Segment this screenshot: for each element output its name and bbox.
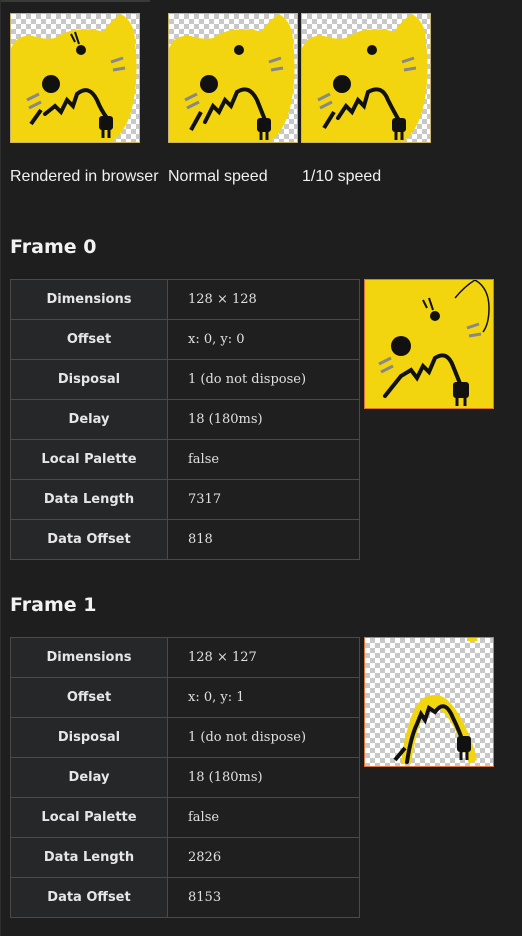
table-row: Offset x: 0, y: 0 <box>10 319 360 360</box>
table-row: Dimensions 128 × 128 <box>10 279 360 320</box>
row-label: Local Palette <box>10 439 168 480</box>
row-value: 8153 <box>167 877 360 918</box>
frame-0-image <box>364 279 494 409</box>
cat-eating-cable-icon <box>169 14 295 142</box>
row-value: false <box>167 797 360 838</box>
row-value: 2826 <box>167 837 360 878</box>
table-row: Data Offset 8153 <box>10 877 360 918</box>
cat-eating-cable-icon <box>393 638 477 764</box>
row-label: Offset <box>10 677 168 718</box>
left-divider <box>0 0 1 936</box>
table-row: Dimensions 128 × 127 <box>10 637 360 678</box>
row-value: false <box>167 439 360 480</box>
table-row: Data Offset 818 <box>10 519 360 560</box>
table-row: Data Length 2826 <box>10 837 360 878</box>
row-value: 18 (180ms) <box>167 757 360 798</box>
row-value: 1 (do not dispose) <box>167 359 360 400</box>
table-row: Offset x: 0, y: 1 <box>10 677 360 718</box>
slow-speed-image <box>301 13 431 143</box>
cat-eating-cable-icon <box>11 14 137 142</box>
row-label: Dimensions <box>10 637 168 678</box>
table-row: Local Palette false <box>10 797 360 838</box>
table-row: Disposal 1 (do not dispose) <box>10 717 360 758</box>
row-label: Disposal <box>10 359 168 400</box>
cat-eating-cable-icon <box>365 280 491 408</box>
table-row: Data Length 7317 <box>10 479 360 520</box>
normal-speed-image <box>168 13 298 143</box>
row-label: Data Offset <box>10 877 168 918</box>
caption-rendered: Rendered in browser <box>10 168 159 185</box>
caption-slow-speed: 1/10 speed <box>302 168 382 185</box>
frame-1-image <box>364 637 494 767</box>
row-label: Data Offset <box>10 519 168 560</box>
top-divider <box>0 0 150 2</box>
table-row: Delay 18 (180ms) <box>10 757 360 798</box>
row-label: Delay <box>10 399 168 440</box>
row-label: Delay <box>10 757 168 798</box>
rendered-in-browser-image <box>10 13 140 143</box>
row-label: Data Length <box>10 479 168 520</box>
row-label: Dimensions <box>10 279 168 320</box>
row-label: Data Length <box>10 837 168 878</box>
row-value: x: 0, y: 1 <box>167 677 360 718</box>
row-value: 18 (180ms) <box>167 399 360 440</box>
row-value: 818 <box>167 519 360 560</box>
table-row: Delay 18 (180ms) <box>10 399 360 440</box>
row-label: Disposal <box>10 717 168 758</box>
row-value: 128 × 128 <box>167 279 360 320</box>
table-row: Disposal 1 (do not dispose) <box>10 359 360 400</box>
row-value: x: 0, y: 0 <box>167 319 360 360</box>
frame-0-title: Frame 0 <box>10 236 97 258</box>
table-row: Local Palette false <box>10 439 360 480</box>
caption-normal-speed: Normal speed <box>168 168 268 185</box>
cat-eating-cable-icon <box>302 14 428 142</box>
row-label: Offset <box>10 319 168 360</box>
frame-1-table: Dimensions 128 × 127 Offset x: 0, y: 1 Dis… <box>10 637 360 918</box>
row-label: Local Palette <box>10 797 168 838</box>
row-value: 7317 <box>167 479 360 520</box>
row-value: 128 × 127 <box>167 637 360 678</box>
frame-1-title: Frame 1 <box>10 594 97 616</box>
row-value: 1 (do not dispose) <box>167 717 360 758</box>
frame-0-table: Dimensions 128 × 128 Offset x: 0, y: 0 Dis… <box>10 279 360 560</box>
